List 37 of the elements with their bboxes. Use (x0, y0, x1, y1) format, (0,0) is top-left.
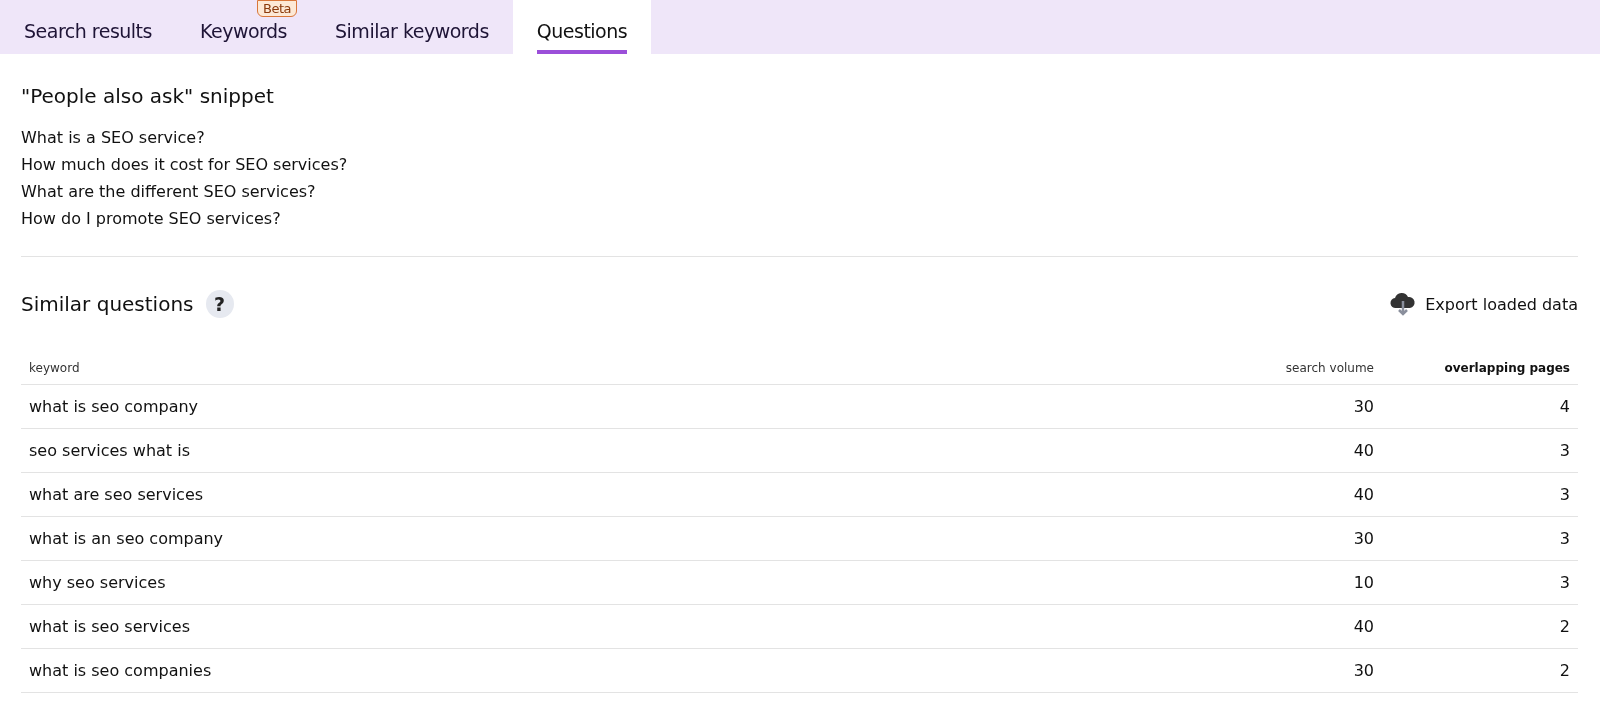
question-text: What are the different SEO services? (21, 181, 317, 203)
table-cell: seo services what is (21, 428, 1206, 473)
table-cell: why seo services (21, 560, 1206, 605)
question-text: How much does it cost for SEO services? (21, 154, 349, 176)
table-cell: 30 (1206, 648, 1382, 693)
table-cell: what is an seo company (21, 516, 1206, 561)
beta-badge: Beta (257, 0, 298, 17)
table-cell: what is seo services (21, 604, 1206, 649)
question-text: What is a SEO service? (21, 127, 206, 149)
table-cell: 2 (1382, 648, 1578, 693)
table-cell: what are seo services (21, 472, 1206, 517)
table-cell: 3 (1382, 428, 1578, 473)
column-header[interactable]: keyword (21, 361, 1206, 385)
tab[interactable]: Beta Keywords (175, 0, 312, 54)
table-cell: what is seo company (21, 384, 1206, 429)
table-cell: what is seo companies (21, 648, 1206, 693)
question-text: How do I promote SEO services? (21, 208, 282, 230)
column-header[interactable]: overlapping pages (1382, 361, 1578, 385)
table-cell: 10 (1206, 560, 1382, 605)
table-cell: 3 (1382, 516, 1578, 561)
table-cell: 3 (1382, 472, 1578, 517)
help-button[interactable]: ? (205, 290, 234, 318)
table-cell: 4 (1382, 384, 1578, 429)
table-cell: 40 (1206, 472, 1382, 517)
section-title: "People also ask" snippet (21, 84, 275, 108)
table-cell: 2 (1382, 604, 1578, 649)
tab[interactable]: Questions (512, 0, 652, 54)
section-title: Similar questions (21, 292, 194, 316)
tab[interactable]: Similar keywords (311, 0, 513, 54)
table-cell: 3 (1382, 560, 1578, 605)
column-header[interactable]: search volume (1206, 361, 1382, 385)
table-cell: 40 (1206, 604, 1382, 649)
table-cell: 40 (1206, 428, 1382, 473)
tab[interactable]: Search results (0, 0, 176, 54)
export-button[interactable]: Export loaded data (1389, 290, 1578, 318)
table-cell: 30 (1206, 516, 1382, 561)
table-cell: 30 (1206, 384, 1382, 429)
